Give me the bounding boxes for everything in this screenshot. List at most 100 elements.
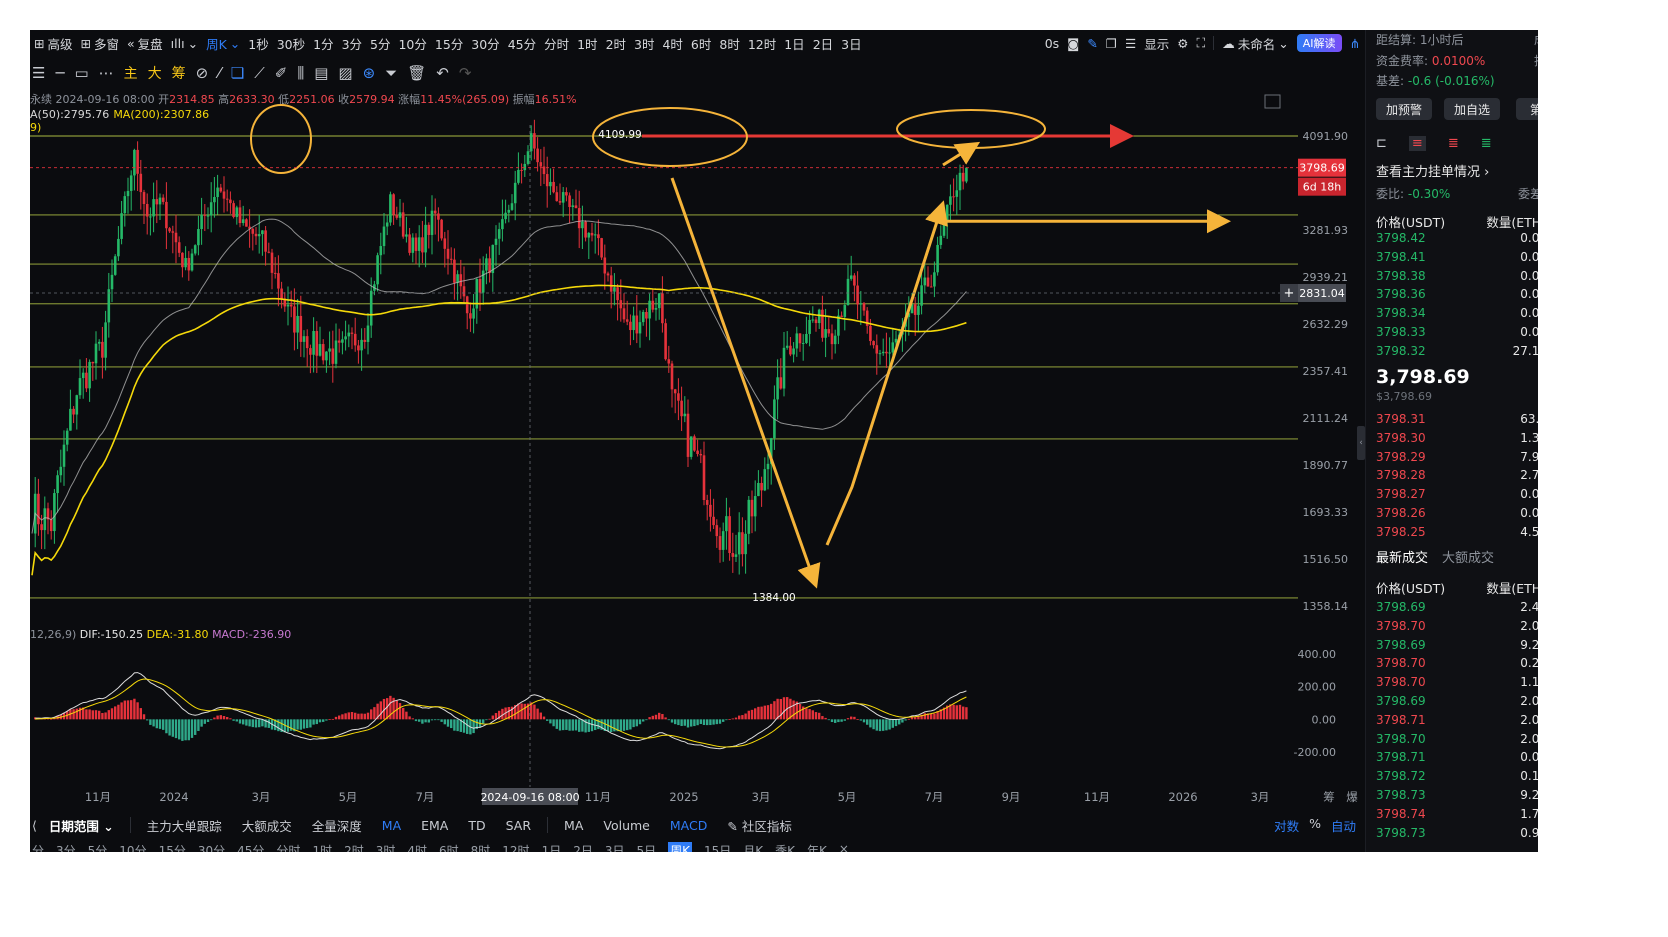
macd-histogram-bar <box>760 706 763 720</box>
footer-timeframe-item[interactable]: 30分 <box>198 842 225 852</box>
trade-row[interactable]: 3798.72 0.10 <box>1376 769 1538 787</box>
trade-row[interactable]: 3798.70 2.08 <box>1376 732 1538 750</box>
macd-histogram-bar <box>888 719 891 730</box>
candle-body <box>725 516 728 532</box>
sub-indicator-volume[interactable]: Volume <box>593 818 660 833</box>
macd-histogram-bar <box>894 719 898 727</box>
macd-histogram-bar <box>299 719 302 730</box>
community-indicator[interactable]: ✎ 社区指标 <box>717 816 801 835</box>
asks-view-icon[interactable]: ≣ <box>1448 136 1459 151</box>
trade-row[interactable]: 3798.70 0.23 <box>1376 656 1538 674</box>
macd-histogram-bar <box>194 719 197 735</box>
price-chart[interactable]: 4109.99 1384.00 4091.90 3281.93 2939.21 2632… <box>30 30 1364 814</box>
add-watchlist-button[interactable]: 加自选 <box>1444 98 1500 120</box>
split-view-icon[interactable]: ⊏ <box>1376 136 1387 151</box>
trade-row[interactable]: 3798.73 9.22 <box>1376 788 1538 806</box>
ask-row[interactable]: 3798.41 0.03 <box>1376 250 1538 268</box>
ask-row[interactable]: 3798.32 27.12 <box>1376 344 1538 362</box>
panel-collapse-handle[interactable]: ‹ <box>1357 426 1365 460</box>
trade-row[interactable]: 3798.70 1.15 <box>1376 675 1538 693</box>
indicator-ma[interactable]: MA <box>372 818 411 833</box>
footer-timeframe-item[interactable]: 15分 <box>159 842 186 852</box>
trade-row[interactable]: 3798.73 0.92 <box>1376 826 1538 844</box>
tab-large-trades[interactable]: 大额成交 <box>1442 547 1494 566</box>
footer-timeframe-item[interactable]: 3时 <box>376 842 396 852</box>
ask-row[interactable]: 3798.42 0.00 <box>1376 231 1538 249</box>
bid-row[interactable]: 3798.26 0.02 <box>1376 506 1538 524</box>
footer-timeframe-item[interactable]: 5分 <box>88 842 108 852</box>
tab-latest-trades[interactable]: 最新成交 <box>1376 547 1428 566</box>
log-scale-toggle[interactable]: 对数 <box>1274 816 1299 835</box>
time-tick-label: 11月 <box>585 790 611 804</box>
bid-row[interactable]: 3798.29 7.98 <box>1376 450 1538 468</box>
footer-timeframe-item[interactable]: 2时 <box>344 842 364 852</box>
footer-timeframe-item[interactable]: 4时 <box>407 842 427 852</box>
collapse-icon[interactable]: ⟨ <box>30 818 39 833</box>
main-orders-link[interactable]: 查看主力挂单情况 › <box>1376 161 1489 180</box>
bid-row[interactable]: 3798.30 1.36 <box>1376 431 1538 449</box>
footer-timeframe-item[interactable]: 1时 <box>312 842 332 852</box>
footer-timeframe-item[interactable]: 10分 <box>119 842 146 852</box>
candle-body <box>510 203 514 210</box>
footer-timeframe-item[interactable]: 3分 <box>56 842 76 852</box>
footer-timeframe-item[interactable]: 8时 <box>471 842 491 852</box>
footer-timeframe-item[interactable]: 1日 <box>542 842 562 852</box>
trade-row[interactable]: 3798.70 2.03 <box>1376 619 1538 637</box>
bid-row[interactable]: 3798.31 63.6 <box>1376 412 1538 430</box>
indicator-sar[interactable]: SAR <box>496 818 541 833</box>
indicator-depth[interactable]: 全量深度 <box>302 816 372 835</box>
ask-row[interactable]: 3798.34 0.00 <box>1376 306 1538 324</box>
more-button[interactable]: 第 <box>1516 98 1538 120</box>
candle-body <box>241 219 245 224</box>
footer-timeframe-item[interactable]: 2日 <box>573 842 593 852</box>
ask-row[interactable]: 3798.33 0.00 <box>1376 325 1538 343</box>
macd-histogram-bar <box>85 709 88 720</box>
auto-scale-toggle[interactable]: 自动 <box>1331 816 1356 835</box>
sub-indicator-ma[interactable]: MA <box>554 818 593 833</box>
price-tick-label: 1516.50 <box>1303 553 1349 566</box>
trade-row[interactable]: 3798.71 2.00 <box>1376 713 1538 731</box>
footer-timeframe-item[interactable]: 5日 <box>636 842 656 852</box>
indicator-big-trade[interactable]: 大额成交 <box>232 816 302 835</box>
footer-timeframe-item[interactable]: × <box>839 842 849 852</box>
trade-row[interactable]: 3798.71 0.09 <box>1376 750 1538 768</box>
macd-histogram-bar <box>226 717 229 720</box>
add-alert-button[interactable]: 加预警 <box>1376 98 1432 120</box>
trade-row[interactable]: 3798.69 2.44 <box>1376 600 1538 618</box>
bids-view-icon[interactable]: ≣ <box>1481 136 1492 151</box>
footer-timeframe-item[interactable]: 3日 <box>605 842 625 852</box>
indicator-ema[interactable]: EMA <box>411 818 458 833</box>
footer-timeframe-item[interactable]: 周K <box>668 842 692 852</box>
trade-row[interactable]: 3798.69 2.04 <box>1376 694 1538 712</box>
indicator-td[interactable]: TD <box>458 818 495 833</box>
trade-row[interactable]: 3798.69 9.24 <box>1376 638 1538 656</box>
bid-row[interactable]: 3798.25 4.51 <box>1376 525 1538 543</box>
macd-histogram-bar <box>571 719 574 731</box>
date-range-dropdown[interactable]: 日期范围 ⌄ <box>39 816 124 835</box>
indicator-main-force[interactable]: 主力大单跟踪 <box>137 816 232 835</box>
footer-timeframe-item[interactable]: 45分 <box>237 842 264 852</box>
sub-indicator-macd[interactable]: MACD <box>660 818 717 833</box>
candle-body <box>177 242 181 253</box>
expand-icon[interactable] <box>1264 94 1281 109</box>
ask-row[interactable]: 3798.38 0.00 <box>1376 269 1538 287</box>
footer-timeframe-item[interactable]: 月K <box>743 842 763 852</box>
candle-body <box>520 169 523 171</box>
timeframe-footer: 分 3分 5分 10分 15分 30分 45分 分时 1时 2时 3时 4时 6时 8时 12时 1日 2日 3日… <box>30 842 1366 852</box>
footer-timeframe-item[interactable]: 15日 <box>704 842 731 852</box>
footer-timeframe-item[interactable]: 年K <box>807 842 827 852</box>
candle-body <box>766 463 770 470</box>
bid-row[interactable]: 3798.28 2.74 <box>1376 468 1538 486</box>
footer-timeframe-item[interactable]: 分 <box>32 842 44 852</box>
both-view-icon[interactable]: ≡ <box>1408 136 1426 151</box>
footer-timeframe-item[interactable]: 分时 <box>276 842 300 852</box>
macd-histogram-bar <box>763 705 766 720</box>
footer-timeframe-item[interactable]: 6时 <box>439 842 459 852</box>
candle-body <box>385 222 389 227</box>
trade-row[interactable]: 3798.74 1.79 <box>1376 807 1538 825</box>
footer-timeframe-item[interactable]: 12时 <box>502 842 529 852</box>
bid-row[interactable]: 3798.27 0.03 <box>1376 487 1538 505</box>
percent-scale-toggle[interactable]: % <box>1309 816 1321 835</box>
ask-row[interactable]: 3798.36 0.03 <box>1376 287 1538 305</box>
footer-timeframe-item[interactable]: 季K <box>775 842 795 852</box>
